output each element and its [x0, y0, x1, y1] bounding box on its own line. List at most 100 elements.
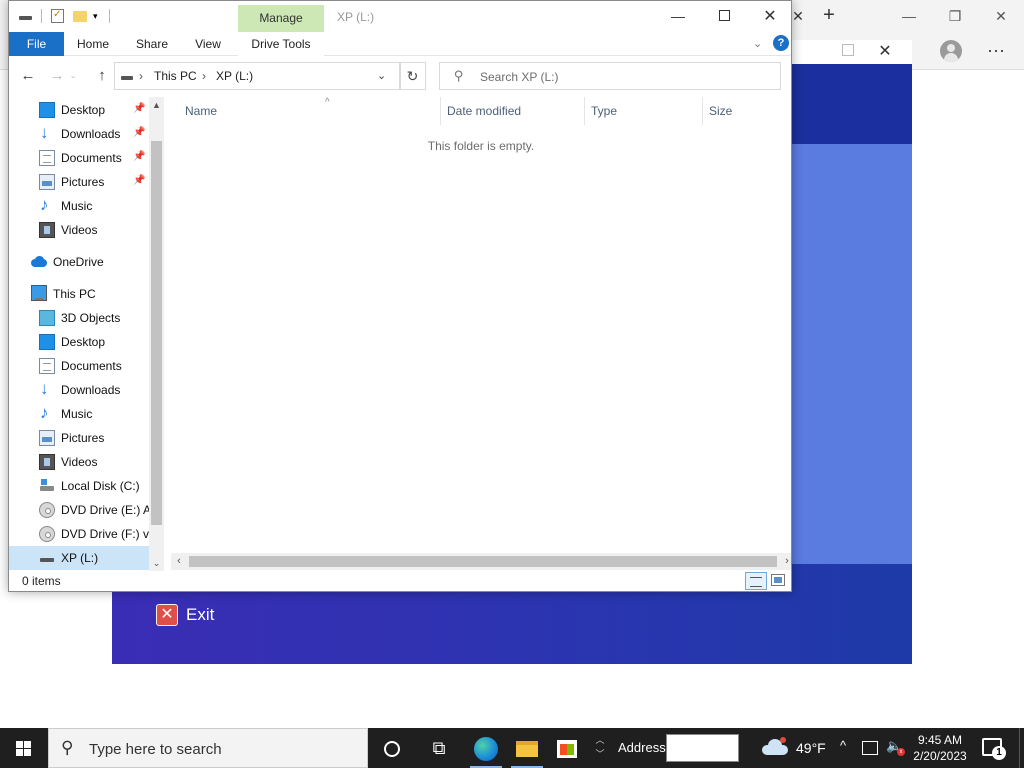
up-button[interactable]: ↑ — [91, 66, 113, 86]
column-header-date-modified[interactable]: Date modified — [441, 97, 585, 125]
search-icon: ⚲ — [454, 68, 464, 83]
show-desktop-button[interactable] — [1019, 728, 1024, 768]
task-view-button[interactable]: ⧉ — [419, 728, 459, 768]
tab-view[interactable]: View — [190, 32, 226, 56]
scroll-down-arrow-icon[interactable]: ⌄ — [149, 555, 164, 571]
file-explorer-taskbar-button[interactable] — [507, 728, 547, 768]
sidebar-item-downloads[interactable]: Downloads 📌 — [39, 122, 165, 146]
desktop-icon — [39, 102, 55, 118]
tab-share[interactable]: Share — [132, 32, 172, 56]
breadcrumb-separator[interactable]: › — [139, 69, 143, 83]
forward-button[interactable]: → — [46, 66, 68, 86]
column-header-type[interactable]: Type — [585, 97, 703, 125]
sidebar-item-desktop[interactable]: Desktop 📌 — [39, 98, 165, 122]
browser-new-tab-button[interactable]: + — [818, 4, 840, 26]
sidebar-item-downloads[interactable]: Downloads — [39, 378, 165, 402]
scrollbar-thumb[interactable] — [151, 141, 162, 525]
documents-icon — [39, 358, 55, 374]
browser-close-button[interactable]: ✕ — [978, 4, 1024, 28]
sidebar-item-3d-objects[interactable]: 3D Objects — [39, 306, 165, 330]
manage-contextual-tab[interactable]: Manage — [238, 5, 324, 32]
scroll-up-arrow-icon[interactable]: ▲ — [149, 97, 164, 113]
address-bar[interactable]: › This PC › XP (L:) ⌄ — [114, 62, 401, 90]
breadcrumb-xp-drive[interactable]: XP (L:) — [216, 69, 253, 83]
expand-ribbon-chevron-icon[interactable]: ⌄ — [753, 36, 767, 52]
search-placeholder: Search XP (L:) — [480, 70, 559, 84]
videos-icon — [39, 222, 55, 238]
horizontal-scrollbar[interactable]: ‹ › — [171, 553, 791, 570]
sidebar-item-label: XP (L:) — [61, 551, 99, 565]
cortana-icon — [384, 741, 400, 758]
sidebar-item-dvd-drive-e[interactable]: DVD Drive (E:) A2 — [39, 498, 165, 522]
scroll-right-arrow-icon[interactable]: › — [779, 553, 791, 570]
breadcrumb-separator[interactable]: › — [202, 69, 206, 83]
sidebar-item-pictures[interactable]: Pictures — [39, 426, 165, 450]
sidebar-item-documents[interactable]: Documents 📌 — [39, 146, 165, 170]
sidebar-item-onedrive[interactable]: OneDrive — [31, 250, 165, 274]
item-count: 0 items — [22, 574, 61, 588]
tab-drive-tools[interactable]: Drive Tools — [238, 32, 324, 56]
sidebar-item-pictures[interactable]: Pictures 📌 — [39, 170, 165, 194]
sidebar-item-desktop[interactable]: Desktop — [39, 330, 165, 354]
sidebar-item-music[interactable]: Music — [39, 194, 165, 218]
tab-file[interactable]: File — [9, 32, 64, 56]
downloads-icon — [39, 123, 55, 143]
installer-close-button[interactable]: ✕ — [870, 40, 900, 64]
breadcrumb-this-pc[interactable]: This PC — [154, 69, 197, 83]
scrollbar-thumb[interactable] — [189, 556, 777, 567]
details-view-icon[interactable] — [745, 572, 767, 590]
navigation-bar: ← → ⌄ ↑ › This PC › XP (L:) ⌄ ↻ ⚲ Search… — [9, 57, 791, 95]
network-icon[interactable] — [862, 741, 878, 755]
address-history-dropdown[interactable]: ⌄ — [377, 69, 386, 82]
browser-menu-button[interactable]: ··· — [986, 38, 1006, 62]
store-taskbar-button[interactable] — [547, 728, 587, 768]
weather-temperature[interactable]: 49°F — [796, 740, 826, 756]
close-button[interactable]: ✕ — [747, 1, 791, 32]
customize-quick-access-dropdown[interactable]: ▾ — [93, 9, 103, 23]
show-hidden-icons-chevron-icon[interactable]: ^ — [840, 738, 846, 753]
clock[interactable]: 9:45 AM 2/20/2023 — [910, 732, 970, 764]
new-folder-icon[interactable] — [73, 11, 87, 22]
navigation-pane-scrollbar[interactable]: ▲ ⌄ — [149, 97, 164, 571]
sidebar-item-label: Desktop — [61, 335, 106, 349]
sidebar-item-label: Downloads — [61, 127, 121, 141]
minimize-button[interactable]: — — [655, 1, 701, 32]
installer-maximize-button[interactable] — [842, 44, 854, 56]
sidebar-item-local-disk[interactable]: Local Disk (C:) — [39, 474, 165, 498]
properties-icon[interactable] — [51, 8, 64, 23]
back-button[interactable]: ← — [17, 66, 39, 86]
sidebar-item-documents[interactable]: Documents — [39, 354, 165, 378]
sidebar-item-label: OneDrive — [53, 255, 104, 269]
sidebar-item-videos[interactable]: Videos — [39, 450, 165, 474]
sidebar-item-dvd-drive-f[interactable]: DVD Drive (F:) vi — [39, 522, 165, 546]
large-icons-view-icon[interactable] — [771, 574, 785, 586]
column-header-size[interactable]: Size — [703, 97, 783, 125]
address-toolbar-input[interactable] — [666, 734, 739, 762]
sidebar-item-xp-drive[interactable]: XP (L:) — [9, 546, 149, 570]
volume-muted-icon: x — [897, 748, 905, 756]
search-input[interactable]: ⚲ Search XP (L:) — [439, 62, 781, 90]
browser-minimize-button[interactable]: — — [886, 4, 932, 28]
tab-home[interactable]: Home — [72, 32, 114, 56]
scroll-left-arrow-icon[interactable]: ‹ — [171, 553, 187, 570]
sidebar-item-videos[interactable]: Videos — [39, 218, 165, 242]
toolbar-scroll-chevron-icon[interactable]: ︿ ﹀ — [594, 728, 606, 768]
help-icon[interactable]: ? — [773, 35, 789, 51]
maximize-button[interactable] — [701, 1, 747, 32]
edge-taskbar-button[interactable] — [466, 728, 506, 768]
exit-button[interactable]: ✕ Exit — [156, 601, 214, 629]
sidebar-item-label: DVD Drive (F:) vi — [61, 527, 152, 541]
sidebar-item-music[interactable]: Music — [39, 402, 165, 426]
profile-avatar-icon[interactable] — [940, 40, 962, 62]
desktop-icon — [39, 334, 55, 350]
recent-locations-dropdown[interactable]: ⌄ — [67, 66, 79, 86]
cortana-button[interactable] — [372, 728, 412, 768]
file-list-area[interactable]: Name ^ Date modified Type Size This fold… — [167, 97, 791, 571]
drive-icon — [121, 76, 133, 80]
sidebar-item-this-pc[interactable]: This PC — [31, 282, 165, 306]
start-button[interactable] — [0, 728, 48, 768]
column-header-name[interactable]: Name ^ — [179, 97, 441, 125]
refresh-button[interactable]: ↻ — [399, 62, 426, 90]
taskbar-search-input[interactable]: ⚲ Type here to search — [48, 728, 368, 768]
browser-restore-button[interactable]: ❐ — [932, 4, 978, 28]
